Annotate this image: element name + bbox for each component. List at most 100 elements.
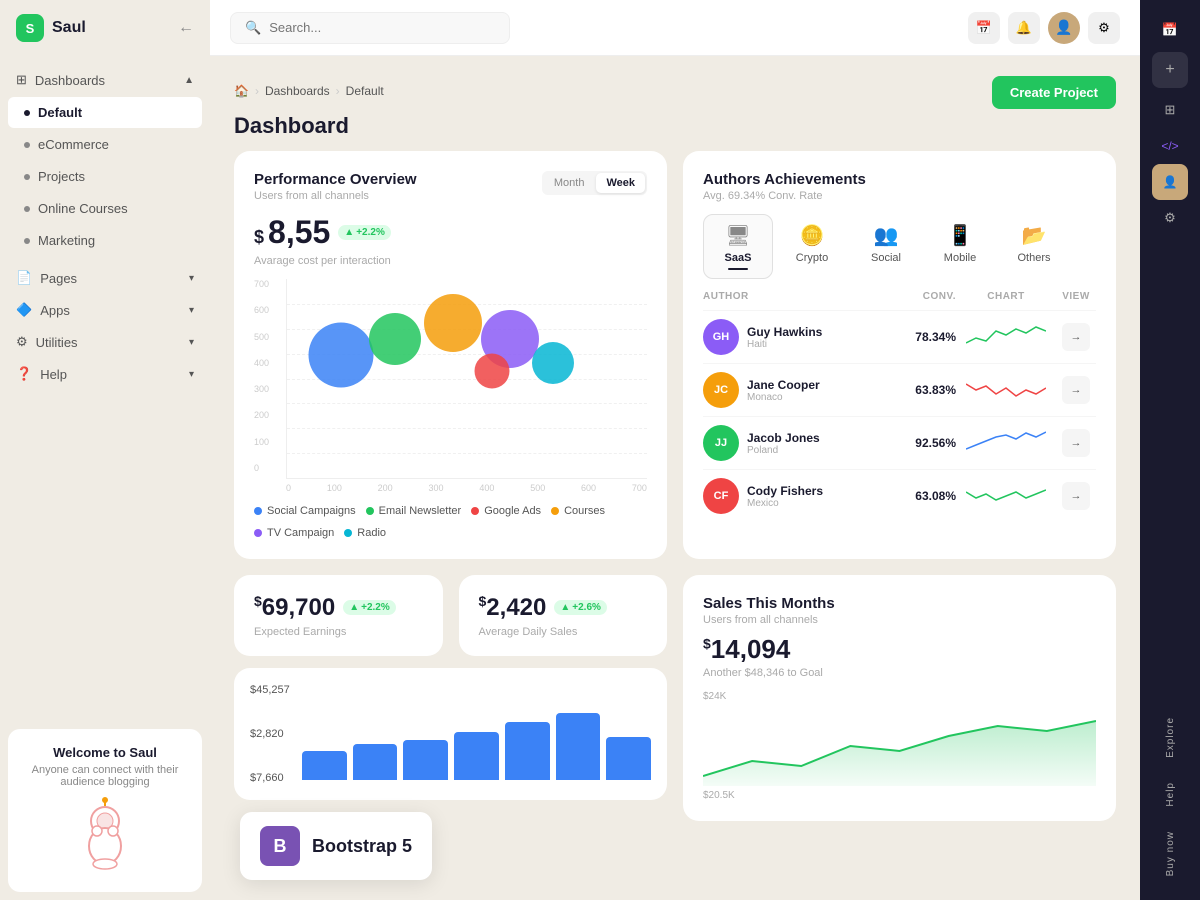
author-country-3: Poland	[747, 445, 820, 456]
page-title: Dashboard	[234, 113, 1116, 139]
back-button[interactable]: ←	[178, 19, 194, 37]
tab-saas-label: SaaS	[725, 252, 752, 264]
sidebar-item-default[interactable]: Default	[8, 97, 202, 128]
sidebar-item-utilities[interactable]: ⚙ Utilities ▾	[0, 326, 210, 358]
search-input[interactable]	[269, 20, 469, 35]
author-row: CF Cody Fishers Mexico 63.08%	[703, 469, 1096, 522]
tab-others[interactable]: 📂 Others	[999, 214, 1069, 279]
calendar-icon[interactable]: 📅	[968, 12, 1000, 44]
chevron-down-icon: ▾	[189, 337, 194, 348]
tab-week[interactable]: Week	[596, 173, 645, 193]
legend-radio: Radio	[357, 527, 386, 539]
author-avatar-1: GH	[703, 319, 739, 355]
search-box[interactable]: 🔍	[230, 12, 510, 44]
grid-right-icon[interactable]: ⊞	[1152, 92, 1188, 128]
sparkline-1	[966, 323, 1046, 351]
create-project-button[interactable]: Create Project	[992, 76, 1116, 109]
app-logo: S	[16, 14, 44, 42]
tab-crypto[interactable]: 🪙 Crypto	[777, 214, 847, 279]
help-label[interactable]: Help	[1165, 770, 1176, 819]
sidebar-item-projects[interactable]: Projects	[8, 161, 202, 192]
sparkline-4	[966, 482, 1046, 510]
author-name-1: Guy Hawkins	[747, 325, 822, 339]
bubble-2	[369, 313, 421, 365]
chevron-down-icon: ▾	[189, 273, 194, 284]
author-name-4: Cody Fishers	[747, 484, 823, 498]
explore-label[interactable]: Explore	[1165, 705, 1176, 770]
breadcrumb-current: Default	[346, 84, 384, 98]
sidebar-label-pages: Pages	[40, 271, 77, 286]
sidebar-item-help[interactable]: ❓ Help ▾	[0, 358, 210, 390]
tab-crypto-label: Crypto	[796, 252, 828, 264]
tab-others-label: Others	[1017, 252, 1050, 264]
utilities-icon: ⚙	[16, 334, 28, 350]
tab-social[interactable]: 👥 Social	[851, 214, 921, 279]
earnings-value: 69,700	[262, 594, 335, 621]
sidebar-item-apps[interactable]: 🔷 Apps ▾	[0, 294, 210, 326]
earnings-badge: ▲+2.2%	[343, 600, 396, 615]
notification-icon[interactable]: 🔔	[1008, 12, 1040, 44]
bar-amount-3: $45,257	[250, 684, 290, 696]
help-icon: ❓	[16, 366, 32, 382]
view-button-4[interactable]: →	[1062, 482, 1090, 510]
breadcrumb-dashboards[interactable]: Dashboards	[265, 84, 330, 98]
bubble-1	[309, 322, 374, 387]
user-right-icon[interactable]: 👤	[1152, 164, 1188, 200]
bootstrap-icon: B	[260, 826, 300, 866]
pages-icon: 📄	[16, 270, 32, 286]
authors-title: Authors Achievements	[703, 171, 1096, 188]
daily-label: Average Daily Sales	[479, 626, 648, 638]
view-button-2[interactable]: →	[1062, 376, 1090, 404]
col-author: AUTHOR	[703, 291, 876, 302]
bar-1	[302, 751, 347, 780]
bootstrap-text: Bootstrap 5	[312, 836, 412, 857]
view-button-1[interactable]: →	[1062, 323, 1090, 351]
sidebar-label-online-courses: Online Courses	[38, 201, 128, 216]
sparkline-3	[966, 429, 1046, 457]
crypto-icon: 🪙	[800, 223, 825, 248]
chevron-down-icon: ▾	[189, 369, 194, 380]
buy-now-label[interactable]: Buy now	[1165, 819, 1176, 888]
sidebar-item-ecommerce[interactable]: eCommerce	[8, 129, 202, 160]
mobile-icon: 📱	[948, 223, 973, 248]
tab-month[interactable]: Month	[544, 173, 595, 193]
sales-goal: Another $48,346 to Goal	[703, 667, 1096, 679]
chevron-up-icon: ▲	[184, 75, 194, 86]
metric-label: Avarage cost per interaction	[254, 255, 647, 267]
home-icon[interactable]: 🏠	[234, 84, 249, 98]
sidebar-item-dashboards[interactable]: ⊞ Dashboards ▲	[0, 64, 210, 96]
settings-right-icon[interactable]: ⚙	[1152, 200, 1188, 236]
performance-title: Performance Overview	[254, 171, 417, 188]
plus-icon[interactable]: +	[1152, 52, 1188, 88]
sidebar-label-apps: Apps	[40, 303, 70, 318]
col-conv: CONV.	[876, 291, 956, 302]
author-row: GH Guy Hawkins Haiti 78.34%	[703, 310, 1096, 363]
user-avatar[interactable]: 👤	[1048, 12, 1080, 44]
legend-google: Google Ads	[484, 505, 541, 517]
sidebar-item-online-courses[interactable]: Online Courses	[8, 193, 202, 224]
nav-dot	[24, 174, 30, 180]
legend-tv: TV Campaign	[267, 527, 334, 539]
sales-value: 14,094	[711, 634, 791, 664]
sidebar-nav: ⊞ Dashboards ▲ Default eCommerce Project…	[0, 56, 210, 721]
legend-social: Social Campaigns	[267, 505, 356, 517]
tab-mobile[interactable]: 📱 Mobile	[925, 214, 995, 279]
tab-saas[interactable]: 🖥 SaaS	[703, 214, 773, 279]
legend-courses: Courses	[564, 505, 605, 517]
sidebar-label-ecommerce: eCommerce	[38, 137, 109, 152]
metric-badge: ▲+2.2%	[338, 225, 391, 240]
author-country-2: Monaco	[747, 392, 820, 403]
active-dot	[24, 110, 30, 116]
view-button-3[interactable]: →	[1062, 429, 1090, 457]
code-icon[interactable]: </>	[1152, 128, 1188, 164]
apps-icon: 🔷	[16, 302, 32, 318]
settings-icon[interactable]: ⚙	[1088, 12, 1120, 44]
sidebar-item-marketing[interactable]: Marketing	[8, 225, 202, 256]
sidebar-item-pages[interactable]: 📄 Pages ▾	[0, 262, 210, 294]
author-country-4: Mexico	[747, 498, 823, 509]
sidebar-label-dashboards: Dashboards	[35, 73, 105, 88]
earnings-label: Expected Earnings	[254, 626, 423, 638]
author-row: JJ Jacob Jones Poland 92.56%	[703, 416, 1096, 469]
calendar-right-icon[interactable]: 📅	[1152, 12, 1188, 48]
main-cards-row: Performance Overview Users from all chan…	[234, 151, 1116, 559]
